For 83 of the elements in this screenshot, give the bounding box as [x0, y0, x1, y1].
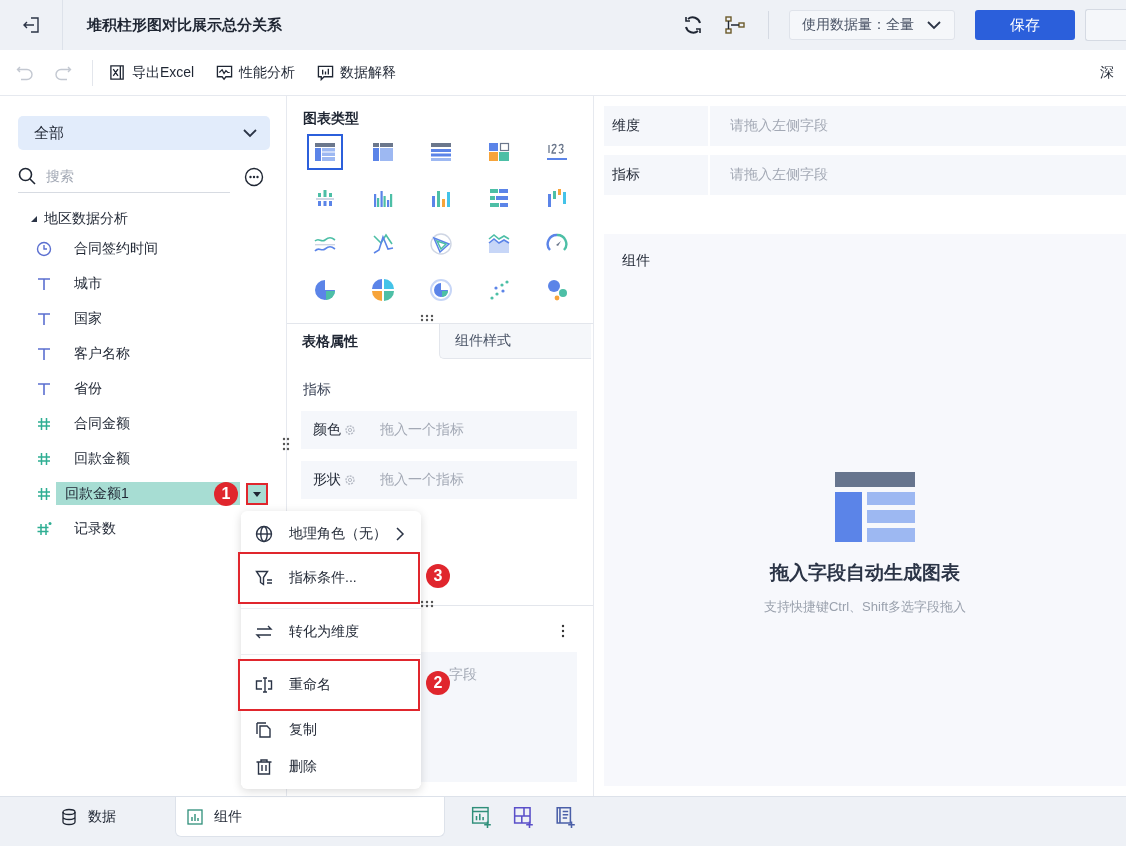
add-layout-icon[interactable] — [513, 806, 535, 828]
toolbar-link[interactable]: 性能分析 — [239, 63, 296, 82]
toolbar-link[interactable]: 导出Excel — [132, 63, 195, 82]
data-volume-dropdown[interactable]: 使用数据量：全量 — [789, 10, 955, 40]
trash-icon — [255, 757, 273, 776]
folder-label[interactable]: 地区数据分析 — [44, 210, 128, 228]
chart-type-icon — [371, 232, 395, 256]
section-label: 指标 — [303, 381, 332, 399]
menu-item[interactable]: 复制 — [241, 711, 421, 748]
toolbar-link[interactable]: 数据解释 — [340, 63, 397, 82]
empty-state-title: 拖入字段自动生成图表 — [770, 561, 960, 585]
bottom-tab[interactable]: 组件 — [175, 797, 445, 837]
report-title: 堆积柱形图对比展示总分关系 — [87, 15, 283, 35]
menu-item[interactable]: 转化为维度 — [241, 613, 421, 650]
search-field[interactable]: 搜索 — [44, 167, 208, 185]
chart-icon — [186, 807, 204, 826]
hash-star-icon — [36, 520, 52, 537]
hash-icon — [36, 450, 52, 467]
field-item[interactable]: 回款金额1 — [56, 482, 137, 505]
clock-icon — [36, 240, 52, 257]
chart-type-button[interactable] — [307, 134, 343, 170]
field-item[interactable]: 客户名称 — [66, 342, 138, 365]
collapse-triangle-icon[interactable] — [30, 215, 38, 223]
database-icon — [59, 808, 78, 826]
field-item[interactable]: 城市 — [66, 272, 110, 295]
scope-dropdown[interactable]: 全部 — [18, 116, 270, 150]
chart-type-icon — [545, 186, 569, 210]
menu-item[interactable]: 地理角色（无） — [241, 515, 421, 552]
copy-icon — [255, 720, 273, 739]
drag-handle-icon[interactable] — [282, 437, 290, 451]
more-vertical-icon[interactable] — [561, 624, 565, 638]
empty-state-hint: 支持快捷键Ctrl、Shift多选字段拖入 — [763, 598, 967, 616]
chart-type-icon — [313, 278, 337, 302]
field-item[interactable]: 国家 — [66, 307, 110, 330]
menu-item[interactable]: 删除 — [241, 748, 421, 785]
chart-type-icon — [429, 140, 453, 164]
chart-type-icon — [371, 140, 395, 164]
callout-badge: 1 — [214, 481, 238, 506]
field-item[interactable]: 记录数 — [66, 517, 124, 540]
callout-badge: 3 — [426, 564, 450, 588]
theme-label[interactable]: 深 — [1100, 63, 1114, 82]
hash-icon — [36, 485, 52, 502]
flow-icon[interactable] — [724, 14, 746, 36]
field-menu-button[interactable] — [246, 482, 268, 505]
exit-icon[interactable] — [22, 16, 40, 34]
report-icon — [317, 64, 335, 81]
field-item[interactable]: 回款金额 — [66, 447, 138, 470]
filter-icon — [255, 569, 273, 587]
chart-type-icon — [429, 232, 453, 256]
chart-type-icon — [371, 278, 395, 302]
monitor-chart-icon — [216, 64, 234, 81]
hash-icon — [36, 415, 52, 432]
property-tab[interactable]: 组件样式 — [439, 324, 591, 359]
chart-type-icon — [313, 140, 337, 164]
refresh-icon[interactable] — [682, 14, 704, 36]
drop-zone[interactable]: 颜色 拖入一个指标 — [301, 411, 577, 449]
field-item[interactable]: 省份 — [66, 377, 110, 400]
text-type-icon — [36, 275, 52, 292]
save-button[interactable]: 保存 — [975, 10, 1075, 40]
more-icon[interactable] — [244, 166, 264, 187]
chart-type-icon — [487, 232, 511, 256]
caret-icon — [253, 489, 261, 498]
chart-type-icon — [487, 186, 511, 210]
rename-icon — [255, 676, 273, 694]
add-chart-icon[interactable] — [471, 806, 493, 828]
field-item[interactable]: 合同金额 — [66, 412, 138, 435]
canvas-title: 组件 — [622, 252, 650, 270]
shelf-label: 维度 — [604, 106, 710, 146]
drop-zone[interactable]: 形状 拖入一个指标 — [301, 461, 577, 499]
field-item[interactable]: 合同签约时间 — [66, 237, 166, 260]
add-text-icon[interactable] — [555, 806, 577, 828]
shelf-label: 指标 — [604, 155, 710, 195]
text-type-icon — [36, 345, 52, 362]
chart-type-icon — [487, 140, 511, 164]
chart-type-icon — [545, 278, 569, 302]
search-icon — [18, 167, 36, 185]
text-type-icon — [36, 310, 52, 327]
drag-handle-icon[interactable] — [420, 314, 434, 322]
chart-type-icon — [429, 278, 453, 302]
excel-icon — [109, 64, 126, 81]
text-type-icon — [36, 380, 52, 397]
section-title: 图表类型 — [303, 110, 360, 128]
globe-icon — [255, 524, 273, 543]
